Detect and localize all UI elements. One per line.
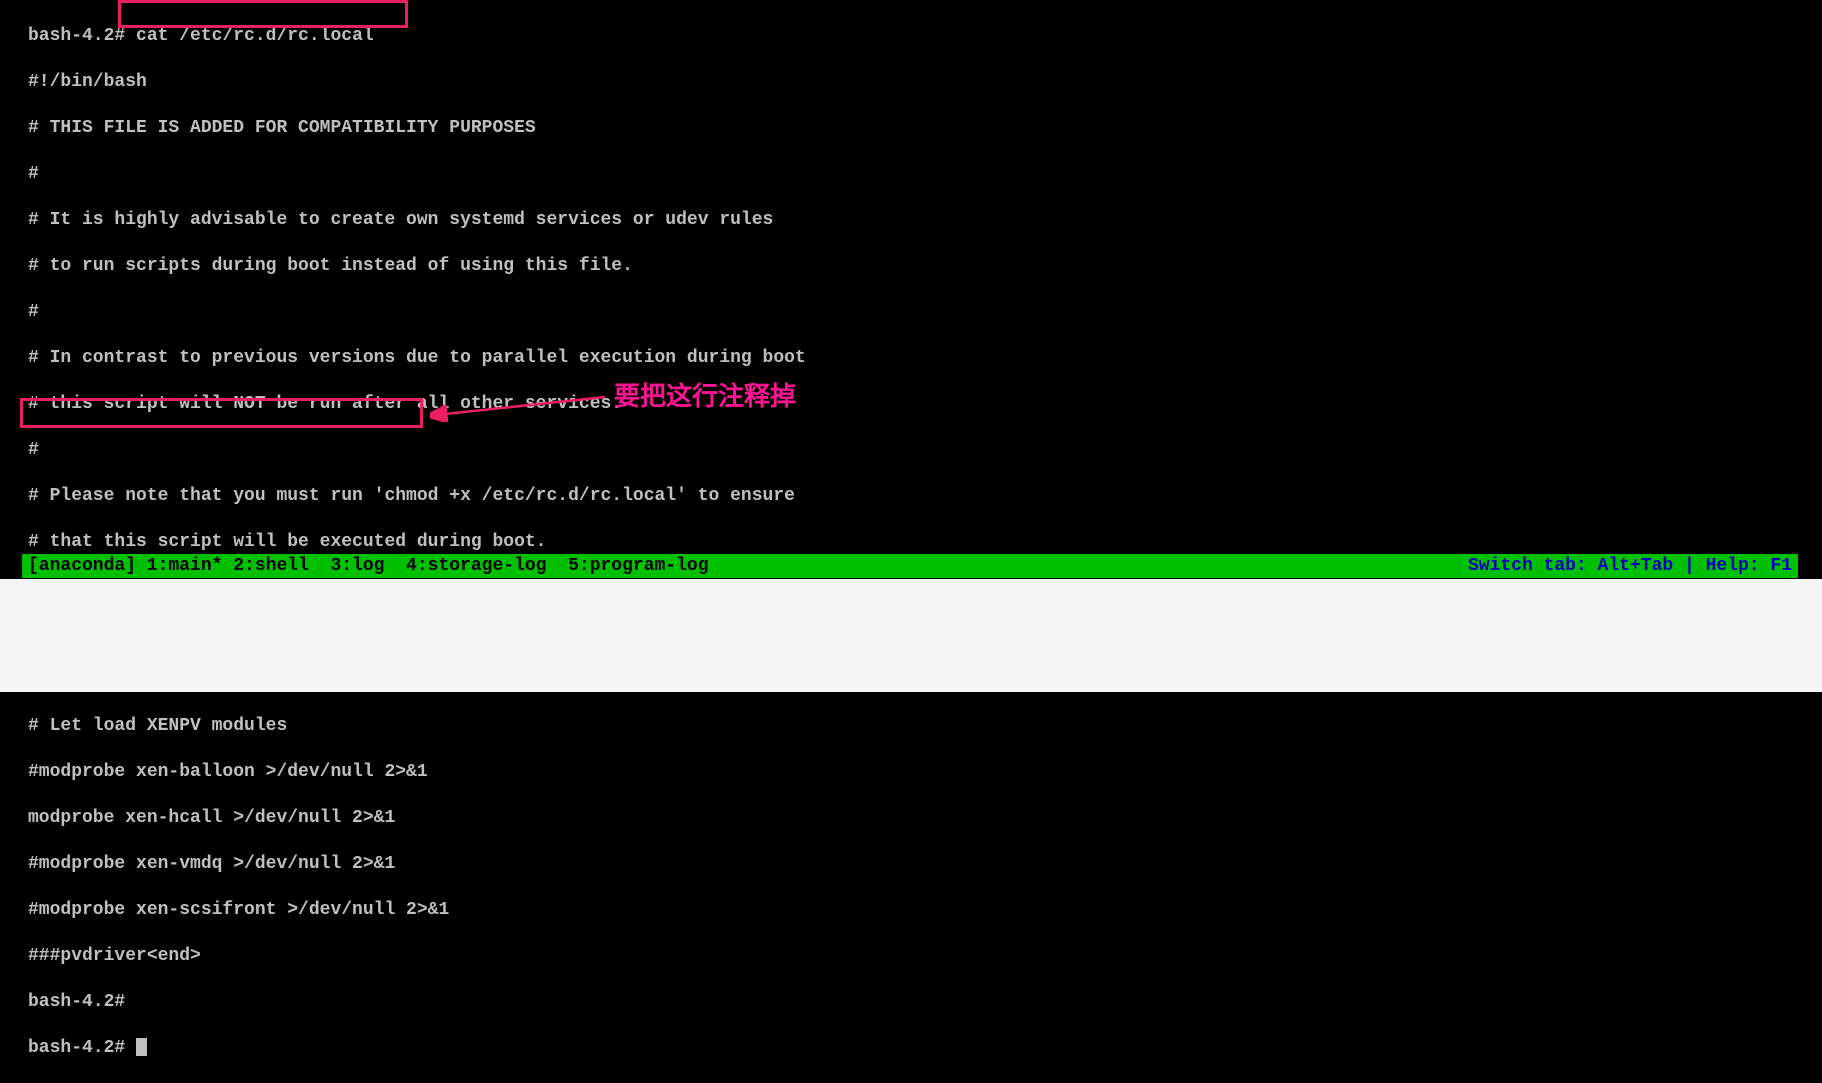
terminal-output[interactable]: bash-4.2# cat /etc/rc.d/rc.local #!/bin/… (0, 0, 1822, 1083)
output-line: # (28, 439, 1822, 462)
tmux-status-bar[interactable]: [anaconda] 1:main* 2:shell 3:log 4:stora… (22, 554, 1798, 578)
output-line: ###pvdriver<end> (28, 945, 1822, 968)
output-line: # (28, 301, 1822, 324)
output-line: # this script will NOT be run after all … (28, 393, 1822, 416)
output-line: # to run scripts during boot instead of … (28, 255, 1822, 278)
prompt: bash-4.2# (28, 1038, 136, 1058)
cursor (136, 1038, 147, 1056)
output-line: modprobe xen-hcall >/dev/null 2>&1 (28, 807, 1822, 830)
output-line: # In contrast to previous versions due t… (28, 347, 1822, 370)
output-line: #!/bin/bash (28, 71, 1822, 94)
output-line: # (28, 163, 1822, 186)
prompt: bash-4.2# (28, 991, 1822, 1014)
bottom-margin (0, 579, 1822, 692)
output-line: #modprobe xen-scsifront >/dev/null 2>&1 (28, 899, 1822, 922)
output-line: # that this script will be executed duri… (28, 531, 1822, 554)
status-bar-help: Switch tab: Alt+Tab | Help: F1 (1468, 554, 1792, 578)
prompt: bash-4.2# (28, 26, 136, 46)
output-line: # Let load XENPV modules (28, 715, 1822, 738)
output-line: # Please note that you must run 'chmod +… (28, 485, 1822, 508)
output-line: # It is highly advisable to create own s… (28, 209, 1822, 232)
output-line: #modprobe xen-balloon >/dev/null 2>&1 (28, 761, 1822, 784)
output-line: #modprobe xen-vmdq >/dev/null 2>&1 (28, 853, 1822, 876)
annotation-text: 要把这行注释掉 (614, 376, 796, 413)
command-text: cat /etc/rc.d/rc.local (136, 26, 374, 46)
output-line: # THIS FILE IS ADDED FOR COMPATIBILITY P… (28, 117, 1822, 140)
status-bar-tabs[interactable]: [anaconda] 1:main* 2:shell 3:log 4:stora… (28, 554, 1468, 578)
